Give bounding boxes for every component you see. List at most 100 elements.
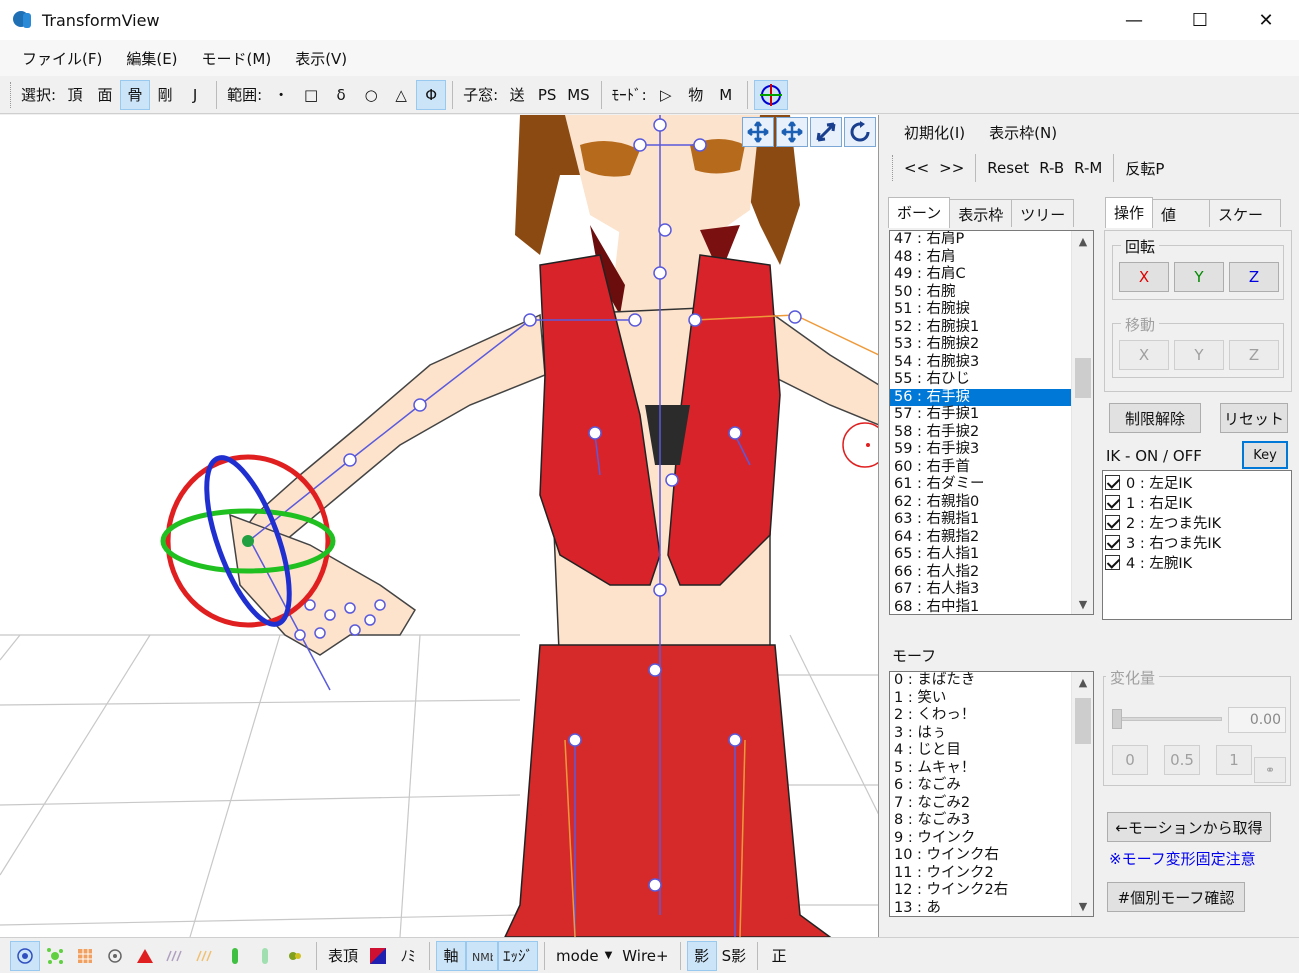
list-item[interactable]: 53 : 右腕捩2 (890, 336, 1093, 354)
normal-icon[interactable]: NMb (466, 940, 499, 971)
tab-bone[interactable]: ボーン (888, 197, 951, 228)
list-item[interactable]: 6 : なごみ (890, 777, 1093, 795)
list-item[interactable]: 60 : 右手首 (890, 459, 1093, 477)
physics-icon[interactable] (280, 941, 310, 971)
tab-display-frame[interactable]: 表示枠 (949, 199, 1013, 227)
toolbar-grip[interactable] (10, 81, 13, 108)
list-item[interactable]: 55 : 右ひじ (890, 371, 1093, 389)
list-item[interactable]: 2 : くわっ！ (890, 707, 1093, 725)
list-item[interactable]: 62 : 右親指0 (890, 494, 1093, 512)
range-point-button[interactable]: ・ (266, 80, 296, 110)
list-item[interactable]: 49 : 右肩C (890, 266, 1093, 284)
preset-0-button[interactable]: 0 (1112, 745, 1148, 775)
nomi-button[interactable]: ﾉﾐ (393, 941, 423, 971)
child-send-button[interactable]: 送 (502, 80, 532, 110)
wire-orange-icon[interactable] (190, 941, 220, 971)
next-button[interactable]: >> (934, 153, 969, 183)
triangle-icon[interactable] (130, 941, 160, 971)
move-xy-icon[interactable] (742, 117, 774, 147)
front-view-button[interactable]: 正 (764, 941, 794, 971)
scroll-thumb[interactable] (1075, 698, 1091, 744)
rotate-z-button[interactable]: Z (1229, 262, 1279, 292)
menu-initialize[interactable]: 初期化(I) (892, 122, 977, 143)
minimize-button[interactable]: — (1101, 0, 1167, 40)
self-shadow-button[interactable]: S影 (717, 941, 752, 971)
rotate-x-button[interactable]: X (1119, 262, 1169, 292)
unlock-limit-button[interactable]: 制限解除 (1109, 403, 1201, 433)
checkbox[interactable] (1105, 494, 1120, 510)
crosshair-target-icon[interactable] (753, 79, 788, 110)
change-amount-slider-track[interactable] (1114, 717, 1222, 721)
bone-list-scrollbar[interactable]: ▲ ▼ (1071, 231, 1093, 614)
bone-list[interactable]: 47 : 右肩P 48 : 右肩 49 : 右肩C 50 : 右腕 51 : 右腕捩 52… (889, 230, 1094, 615)
list-item[interactable]: 10 : ウインク右 (890, 847, 1093, 865)
prev-button[interactable]: << (899, 153, 934, 183)
checkbox[interactable] (1105, 554, 1120, 570)
list-item[interactable]: 54 : 右腕捩3 (890, 354, 1093, 372)
menu-file[interactable]: ファイル(F) (10, 48, 114, 69)
ik-item[interactable]: 3 : 右つま先IK (1103, 532, 1291, 552)
range-triangle-button[interactable]: △ (386, 80, 416, 110)
menu-display-frame[interactable]: 表示枠(N) (977, 122, 1069, 143)
reset-all-button[interactable]: Reset (982, 153, 1034, 183)
change-amount-slider-thumb[interactable] (1112, 709, 1122, 729)
ik-list[interactable]: 0 : 左足IK 1 : 右足IK 2 : 左つま先IK 3 : 右つま先IK 4 : … (1102, 470, 1292, 620)
range-rect-button[interactable]: □ (296, 80, 326, 110)
list-item[interactable]: 4 : じと目 (890, 742, 1093, 760)
list-item[interactable]: 66 : 右人指2 (890, 564, 1093, 582)
move-x-button[interactable]: X (1119, 340, 1169, 370)
scroll-down-icon[interactable]: ▼ (1072, 896, 1093, 916)
move-y-button[interactable]: Y (1174, 340, 1224, 370)
move-z-button[interactable]: Z (1229, 340, 1279, 370)
preset-1-button[interactable]: 1 (1216, 745, 1252, 775)
list-item[interactable]: 67 : 右人指3 (890, 581, 1093, 599)
checkbox[interactable] (1105, 514, 1120, 530)
scroll-up-icon[interactable]: ▲ (1072, 672, 1093, 692)
flip-pose-button[interactable]: 反転P (1120, 153, 1169, 183)
morph-list-scrollbar[interactable]: ▲ ▼ (1071, 672, 1093, 916)
list-item[interactable]: 12 : ウインク2右 (890, 882, 1093, 900)
scene-render[interactable] (0, 115, 879, 937)
list-item[interactable]: 8 : なごみ3 (890, 812, 1093, 830)
rotate-y-button[interactable]: Y (1174, 262, 1224, 292)
3d-viewport[interactable] (0, 115, 879, 937)
point-display-icon[interactable] (10, 940, 40, 971)
tab-scale[interactable]: スケール (1209, 199, 1282, 245)
range-phi-button[interactable]: Φ (416, 79, 447, 110)
reset-morph-button[interactable]: R-M (1069, 153, 1107, 183)
list-item[interactable]: 9 : ウインク (890, 830, 1093, 848)
mode-m-button[interactable]: M (711, 80, 741, 110)
move-diagonal-icon[interactable] (810, 117, 842, 147)
list-item[interactable]: 61 : 右ダミー (890, 476, 1093, 494)
key-button[interactable]: Key (1242, 441, 1288, 469)
color-swatch-icon[interactable] (363, 941, 393, 971)
edge-button[interactable]: ｴｯｼﾞ (498, 940, 539, 971)
range-delta-button[interactable]: δ (326, 80, 356, 110)
mesh-display-icon[interactable] (70, 941, 100, 971)
joint-icon[interactable] (250, 941, 280, 971)
select-rigid-button[interactable]: 剛 (150, 80, 180, 110)
ik-item[interactable]: 0 : 左足IK (1103, 472, 1291, 492)
rigid-body-icon[interactable] (220, 941, 250, 971)
link-icon[interactable]: ⚭ (1254, 757, 1286, 783)
child-ms-button[interactable]: MS (562, 80, 594, 110)
list-item[interactable]: 7 : なごみ2 (890, 795, 1093, 813)
checkbox[interactable] (1105, 534, 1120, 550)
tab-tree[interactable]: ツリー (1011, 199, 1075, 227)
mode-physics-button[interactable]: 物 (681, 80, 711, 110)
list-item[interactable]: 65 : 右人指1 (890, 546, 1093, 564)
toolbar-grip[interactable] (892, 155, 895, 181)
menu-view[interactable]: 表示(V) (283, 48, 359, 69)
change-amount-value[interactable]: 0.00 (1228, 707, 1286, 733)
vertex-display-icon[interactable] (40, 941, 70, 971)
menu-edit[interactable]: 編集(E) (114, 48, 189, 69)
shadow-button[interactable]: 影 (686, 940, 717, 971)
axis-button[interactable]: 軸 (436, 940, 467, 971)
move-xz-icon[interactable] (776, 117, 808, 147)
reset-button[interactable]: リセット (1220, 403, 1288, 433)
close-button[interactable]: ✕ (1233, 0, 1299, 40)
list-item[interactable]: 68 : 右中指1 (890, 599, 1093, 615)
list-item[interactable]: 56 : 右手捩 (890, 388, 1093, 406)
rotate-icon[interactable] (844, 117, 876, 147)
list-item[interactable]: 48 : 右肩 (890, 249, 1093, 267)
